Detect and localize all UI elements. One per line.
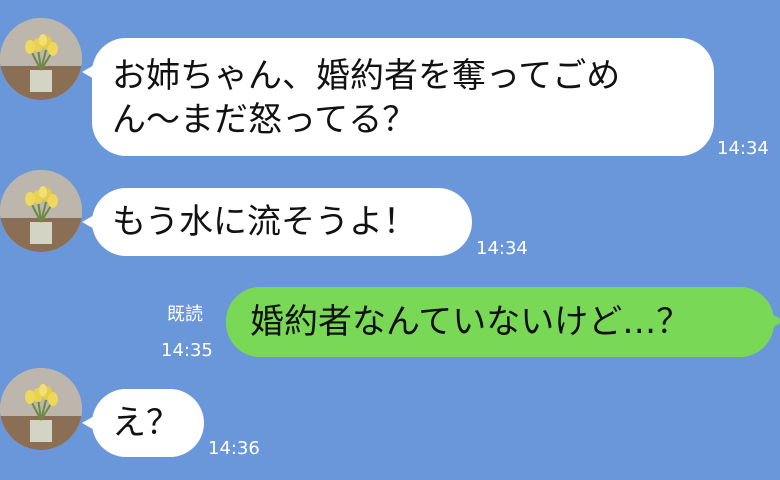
message-line: ん〜まだ怒ってる？ [112, 100, 417, 140]
message-text: え？ [112, 403, 180, 443]
tulip-vase-icon [0, 170, 82, 252]
contact-avatar[interactable] [0, 368, 82, 450]
message-time: 14:34 [717, 138, 769, 159]
message-text: もう水に流そうよ！ [112, 202, 417, 242]
message-time: 14:35 [161, 340, 213, 361]
message-bubble-1[interactable]: お姉ちゃん、婚約者を奪ってごめ ん〜まだ怒ってる？ [82, 38, 714, 156]
message-bubble-4[interactable]: え？ [82, 389, 204, 457]
read-receipt: 既読 [167, 304, 203, 325]
message-text: 婚約者なんていないけど…？ [250, 302, 691, 342]
message-bubble-2[interactable]: もう水に流そうよ！ [82, 188, 472, 256]
chat-screen: お姉ちゃん、婚約者を奪ってごめ ん〜まだ怒ってる？ 14:34 もう水に流そうよ… [0, 0, 780, 480]
tulip-vase-icon [0, 18, 82, 100]
message-time: 14:36 [208, 438, 260, 459]
message-time: 14:34 [476, 238, 528, 259]
contact-avatar[interactable] [0, 18, 82, 100]
message-bubble-3[interactable]: 婚約者なんていないけど…？ [226, 287, 780, 357]
contact-avatar[interactable] [0, 170, 82, 252]
tulip-vase-icon [0, 368, 82, 450]
message-line: お姉ちゃん、婚約者を奪ってごめ [112, 56, 621, 96]
